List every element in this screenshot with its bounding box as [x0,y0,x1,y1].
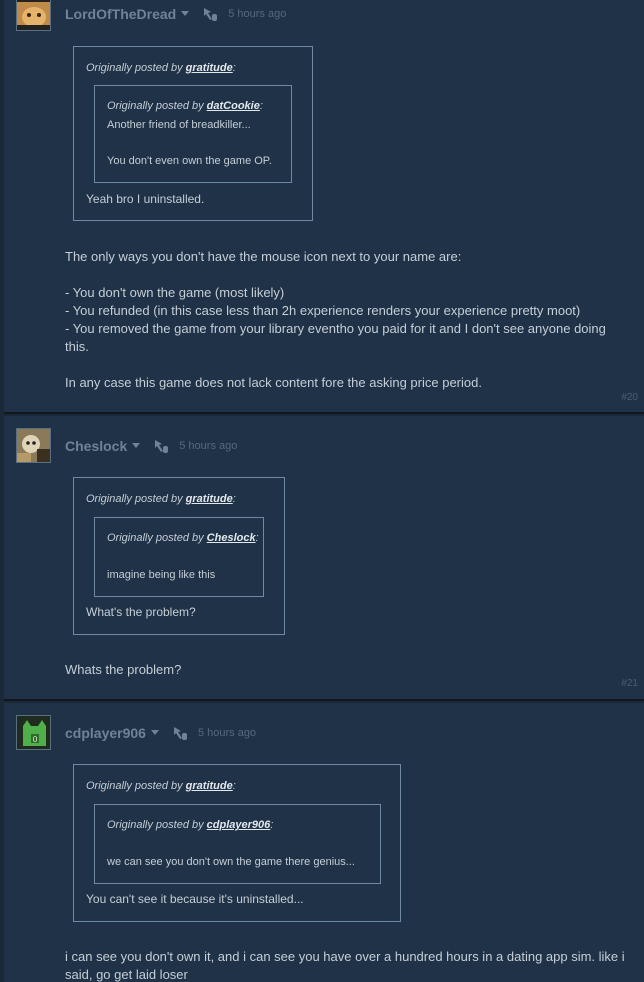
quote-suffix: : [232,493,236,505]
quote-header: Originally posted by gratitude: [86,62,236,74]
chevron-down-icon[interactable] [132,443,141,448]
chevron-down-icon[interactable] [150,730,159,735]
avatar[interactable]: 0 [16,715,51,750]
quote-prefix: Originally posted by [107,100,207,112]
quote-header: Originally posted by cdplayer906: [107,819,273,831]
post-number[interactable]: #20 [621,392,638,403]
quote-header: Originally posted by Cheslock: [107,532,259,544]
nested-quote-block: Originally posted by datCookie: Another … [94,85,292,183]
quote-suffix: : [232,780,236,792]
quote-suffix: : [232,62,236,74]
quote-prefix: Originally posted by [107,819,207,831]
quote-author-link[interactable]: gratitude [186,62,233,74]
avatar[interactable] [16,428,51,463]
username[interactable]: Cheslock [65,438,127,454]
quote-block: Originally posted by gratitude: Original… [73,477,285,635]
username[interactable]: cdplayer906 [65,725,146,741]
quote-suffix: : [259,100,263,112]
quote-text: we can see you don't own the game there … [107,856,355,868]
avatar-image-icon [17,429,50,462]
quote-block: Originally posted by gratitude: Original… [73,764,401,922]
quote-text: What's the problem? [86,605,196,619]
quote-suffix: : [270,819,274,831]
post-number[interactable]: #21 [621,678,638,689]
quote-block: Originally posted by gratitude: Original… [73,46,313,221]
forum-post: 0 cdplayer906 5 hours ago Originally pos… [4,703,644,982]
username[interactable]: LordOfTheDread [65,6,176,22]
nested-quote-block: Originally posted by Cheslock: imagine b… [94,517,264,597]
quote-prefix: Originally posted by [86,493,186,505]
quote-author-link[interactable]: cdplayer906 [207,819,271,831]
quote-prefix: Originally posted by [86,62,186,74]
mouse-icon [202,6,218,22]
quote-author-link[interactable]: gratitude [186,780,233,792]
forum-post: LordOfTheDread 5 hours ago Originally po… [4,0,644,414]
svg-text:0: 0 [33,735,38,744]
post-body: i can see you don't own it, and i can se… [65,949,629,982]
post-header: 0 cdplayer906 5 hours ago [16,715,256,750]
quote-text: Yeah bro I uninstalled. [86,192,205,206]
quote-header: Originally posted by datCookie: [107,100,263,112]
chevron-down-icon[interactable] [181,11,190,16]
quote-text: You can't see it because it's uninstalle… [86,892,304,906]
forum-post: Cheslock 5 hours ago Originally posted b… [4,416,644,701]
post-timestamp: 5 hours ago [197,726,257,739]
quote-text: You don't even own the game OP. [107,155,272,167]
post-body: The only ways you don't have the mouse i… [65,249,606,390]
quote-prefix: Originally posted by [107,532,207,544]
quote-header: Originally posted by gratitude: [86,780,236,792]
quote-suffix: : [255,532,259,544]
post-timestamp: 5 hours ago [228,7,287,20]
post-header: LordOfTheDread 5 hours ago [16,0,286,31]
mouse-icon [172,725,188,741]
quote-header: Originally posted by gratitude: [86,493,236,505]
avatar[interactable] [16,0,51,31]
quote-author-link[interactable]: Cheslock [207,532,256,544]
avatar-image-icon: 0 [17,716,50,749]
nested-quote-block: Originally posted by cdplayer906: we can… [94,804,381,884]
quote-prefix: Originally posted by [86,780,186,792]
mouse-icon [153,438,169,454]
post-timestamp: 5 hours ago [179,439,238,452]
quote-author-link[interactable]: gratitude [186,493,233,505]
avatar-image-icon [17,0,50,30]
quote-text: Another friend of breadkiller... [107,119,251,131]
post-header: Cheslock 5 hours ago [16,428,237,463]
post-body: Whats the problem? [65,662,182,677]
quote-text: imagine being like this [107,569,216,581]
quote-author-link[interactable]: datCookie [207,100,260,112]
